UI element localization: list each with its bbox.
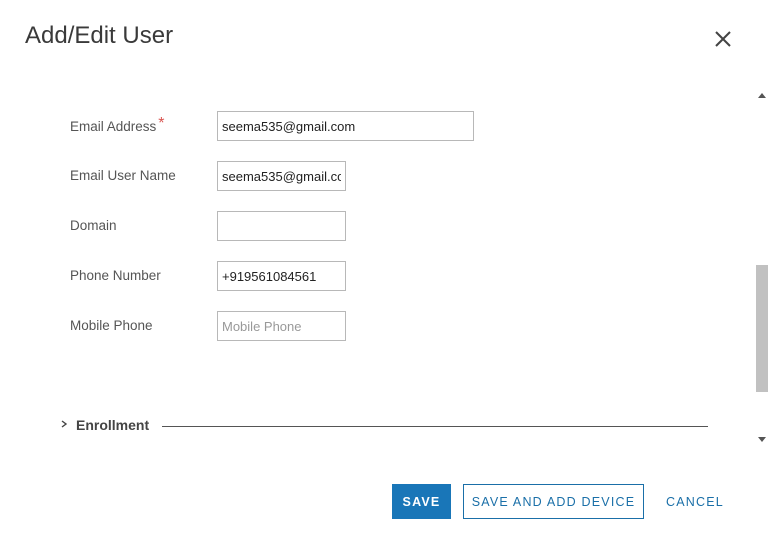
email-address-row: Email Address * — [70, 111, 670, 141]
vertical-scrollbar[interactable] — [755, 90, 769, 446]
section-divider — [162, 426, 708, 427]
domain-label: Domain — [70, 218, 117, 233]
email-user-name-row: Email User Name — [70, 161, 670, 191]
dialog-title: Add/Edit User — [25, 22, 174, 49]
phone-number-label: Phone Number — [70, 268, 161, 283]
form-scroll-area[interactable]: Email Address* Email User Name Domain Ph… — [0, 90, 755, 446]
mobile-phone-row: Mobile Phone — [70, 311, 670, 341]
phone-number-input[interactable] — [217, 261, 346, 291]
phone-number-row: Phone Number — [70, 261, 670, 291]
save-button[interactable]: SAVE — [392, 484, 451, 519]
email-user-name-input[interactable] — [217, 161, 346, 191]
scroll-down-arrow-icon[interactable] — [758, 437, 766, 442]
enrollment-section-header[interactable]: Enrollment — [60, 416, 708, 436]
add-edit-user-dialog: Add/Edit User Email Address* Email User … — [0, 0, 771, 544]
mobile-phone-input[interactable] — [217, 311, 346, 341]
mobile-phone-label: Mobile Phone — [70, 318, 153, 333]
scrollbar-thumb[interactable] — [756, 265, 768, 392]
close-icon[interactable] — [710, 26, 736, 52]
scroll-up-arrow-icon[interactable] — [758, 93, 766, 98]
chevron-right-icon — [60, 418, 68, 433]
save-and-add-device-button[interactable]: SAVE AND ADD DEVICE — [463, 484, 644, 519]
domain-input[interactable] — [217, 211, 346, 241]
cancel-button[interactable]: CANCEL — [660, 484, 730, 519]
email-address-label: Email Address * — [70, 115, 165, 134]
enrollment-section-label: Enrollment — [76, 417, 150, 433]
email-user-name-label: Email User Name — [70, 168, 176, 183]
required-asterisk: * — [158, 115, 165, 132]
domain-row: Domain — [70, 211, 670, 241]
email-address-input[interactable] — [217, 111, 474, 141]
